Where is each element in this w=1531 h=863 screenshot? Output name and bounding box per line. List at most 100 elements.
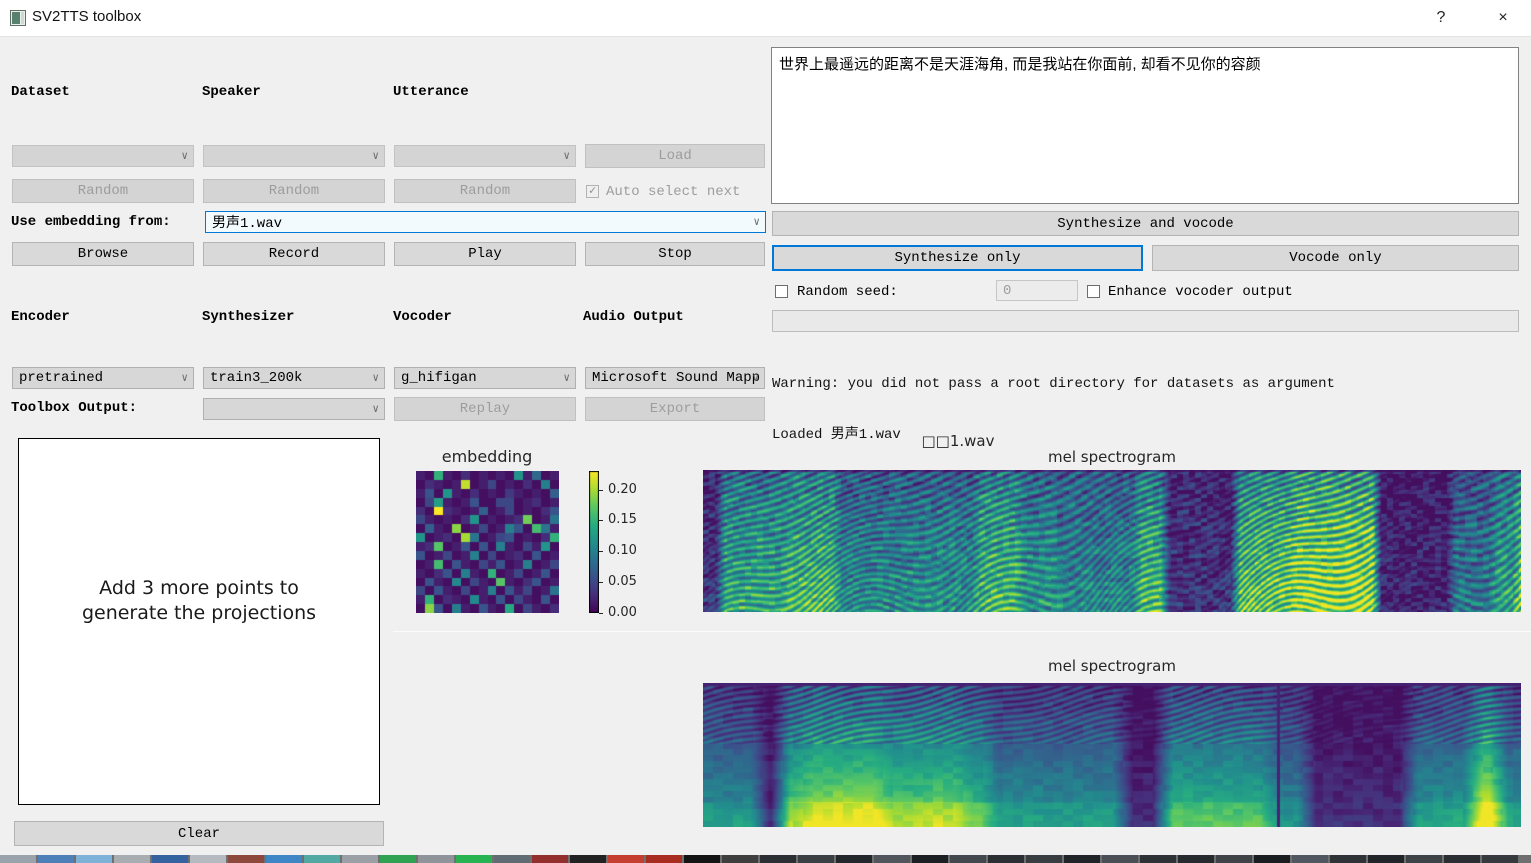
play-button[interactable]: Play xyxy=(394,242,576,266)
synthesizer-combobox[interactable]: train3_200k ∨ xyxy=(203,367,385,389)
utterance-combobox[interactable]: ∨ xyxy=(394,145,576,167)
mel-spectrogram-target xyxy=(703,470,1521,612)
taskbar-icon[interactable] xyxy=(304,855,340,863)
taskbar-icon[interactable] xyxy=(38,855,74,863)
projections-message-line1: Add 3 more points to xyxy=(82,576,316,601)
random-utterance-button[interactable]: Random xyxy=(394,179,576,203)
chevron-down-icon: ∨ xyxy=(563,149,570,163)
colorbar-tick xyxy=(599,613,603,614)
colorbar-tick xyxy=(599,551,603,552)
speaker-combobox[interactable]: ∨ xyxy=(203,145,385,167)
encoder-combobox[interactable]: pretrained ∨ xyxy=(12,367,194,389)
replay-button[interactable]: Replay xyxy=(394,397,576,421)
colorbar-tick-label: 0.20 xyxy=(608,482,637,497)
vocode-only-button[interactable]: Vocode only xyxy=(1152,245,1519,271)
text-to-synthesize-input[interactable]: 世界上最遥远的距离不是天涯海角, 而是我站在你面前, 却看不见你的容颜 xyxy=(771,47,1519,204)
embedding-title: embedding xyxy=(417,447,557,466)
colorbar-tick xyxy=(599,520,603,521)
colorbar xyxy=(589,471,599,613)
app-icon xyxy=(10,10,26,26)
title-bar: SV2TTS toolbox ? × xyxy=(0,0,1531,37)
taskbar-icon[interactable] xyxy=(1482,855,1518,863)
taskbar-icon[interactable] xyxy=(456,855,492,863)
clear-button[interactable]: Clear xyxy=(14,821,384,846)
taskbar-icon[interactable] xyxy=(342,855,378,863)
synthesize-only-button[interactable]: Synthesize only xyxy=(772,245,1143,271)
taskbar-icon[interactable] xyxy=(266,855,302,863)
utterance-label: Utterance xyxy=(393,84,469,100)
taskbar-icon[interactable] xyxy=(798,855,834,863)
taskbar-icon[interactable] xyxy=(494,855,530,863)
taskbar-icon[interactable] xyxy=(532,855,568,863)
vocoder-value: g_hifigan xyxy=(401,370,477,386)
taskbar-icon[interactable] xyxy=(760,855,796,863)
figure-divider xyxy=(393,631,1531,632)
browse-button[interactable]: Browse xyxy=(12,242,194,266)
speaker-label: Speaker xyxy=(202,84,261,100)
taskbar-icon[interactable] xyxy=(1330,855,1366,863)
taskbar-icon[interactable] xyxy=(418,855,454,863)
random-seed-checkbox[interactable] xyxy=(775,285,788,298)
mel-spectrogram-generated xyxy=(703,683,1521,827)
dataset-combobox[interactable]: ∨ xyxy=(12,145,194,167)
auto-select-checkbox[interactable]: ✓ xyxy=(586,185,599,198)
taskbar-icon[interactable] xyxy=(1064,855,1100,863)
record-button[interactable]: Record xyxy=(203,242,385,266)
stop-button[interactable]: Stop xyxy=(585,242,765,266)
synthesize-and-vocode-button[interactable]: Synthesize and vocode xyxy=(772,211,1519,236)
taskbar-icon[interactable] xyxy=(1178,855,1214,863)
chevron-down-icon: ∨ xyxy=(181,371,188,385)
taskbar-icon[interactable] xyxy=(988,855,1024,863)
chevron-down-icon: ∨ xyxy=(752,371,759,385)
load-button[interactable]: Load xyxy=(585,144,765,168)
taskbar-icon[interactable] xyxy=(950,855,986,863)
taskbar-icon[interactable] xyxy=(1216,855,1252,863)
taskbar-icon[interactable] xyxy=(228,855,264,863)
colorbar-tick-label: 0.00 xyxy=(608,605,637,620)
taskbar-icon[interactable] xyxy=(684,855,720,863)
chevron-down-icon: ∨ xyxy=(181,149,188,163)
taskbar-icon[interactable] xyxy=(570,855,606,863)
taskbar-icon[interactable] xyxy=(912,855,948,863)
progress-bar xyxy=(772,310,1519,332)
taskbar-icon[interactable] xyxy=(190,855,226,863)
toolbox-output-combobox[interactable]: ∨ xyxy=(203,398,385,420)
colorbar-tick-label: 0.10 xyxy=(608,543,637,558)
dataset-label: Dataset xyxy=(11,84,70,100)
taskbar-icon[interactable] xyxy=(1102,855,1138,863)
taskbar-icon[interactable] xyxy=(874,855,910,863)
random-speaker-button[interactable]: Random xyxy=(203,179,385,203)
taskbar-icon[interactable] xyxy=(1140,855,1176,863)
audio-output-value: Microsoft Sound Mapp xyxy=(592,370,760,386)
taskbar-icon[interactable] xyxy=(1368,855,1404,863)
vocoder-combobox[interactable]: g_hifigan ∨ xyxy=(394,367,576,389)
chevron-down-icon: ∨ xyxy=(372,149,379,163)
embedding-source-combobox[interactable]: 男声1.wav ∨ xyxy=(205,211,766,233)
taskbar-icon[interactable] xyxy=(0,855,36,863)
mel-target-title: mel spectrogram xyxy=(1012,448,1212,466)
export-button[interactable]: Export xyxy=(585,397,765,421)
encoder-value: pretrained xyxy=(19,370,103,386)
taskbar-icon[interactable] xyxy=(836,855,872,863)
umap-projections-panel: Add 3 more points to generate the projec… xyxy=(18,438,380,805)
taskbar-icon[interactable] xyxy=(646,855,682,863)
taskbar-icon[interactable] xyxy=(1406,855,1442,863)
taskbar-icon[interactable] xyxy=(380,855,416,863)
taskbar-icon[interactable] xyxy=(1254,855,1290,863)
seed-input[interactable] xyxy=(996,280,1078,301)
enhance-vocoder-checkbox[interactable] xyxy=(1087,285,1100,298)
taskbar-icon[interactable] xyxy=(1026,855,1062,863)
taskbar-icon[interactable] xyxy=(722,855,758,863)
taskbar-icon[interactable] xyxy=(76,855,112,863)
taskbar-icon[interactable] xyxy=(152,855,188,863)
taskbar-icon[interactable] xyxy=(1444,855,1480,863)
taskbar-icon[interactable] xyxy=(114,855,150,863)
close-button[interactable]: × xyxy=(1480,0,1526,36)
random-dataset-button[interactable]: Random xyxy=(12,179,194,203)
taskbar-icon[interactable] xyxy=(1292,855,1328,863)
colorbar-tick xyxy=(599,582,603,583)
audio-output-combobox[interactable]: Microsoft Sound Mapp ∨ xyxy=(585,367,765,389)
taskbar-icon[interactable] xyxy=(608,855,644,863)
chevron-down-icon: ∨ xyxy=(372,371,379,385)
help-button[interactable]: ? xyxy=(1418,0,1464,36)
